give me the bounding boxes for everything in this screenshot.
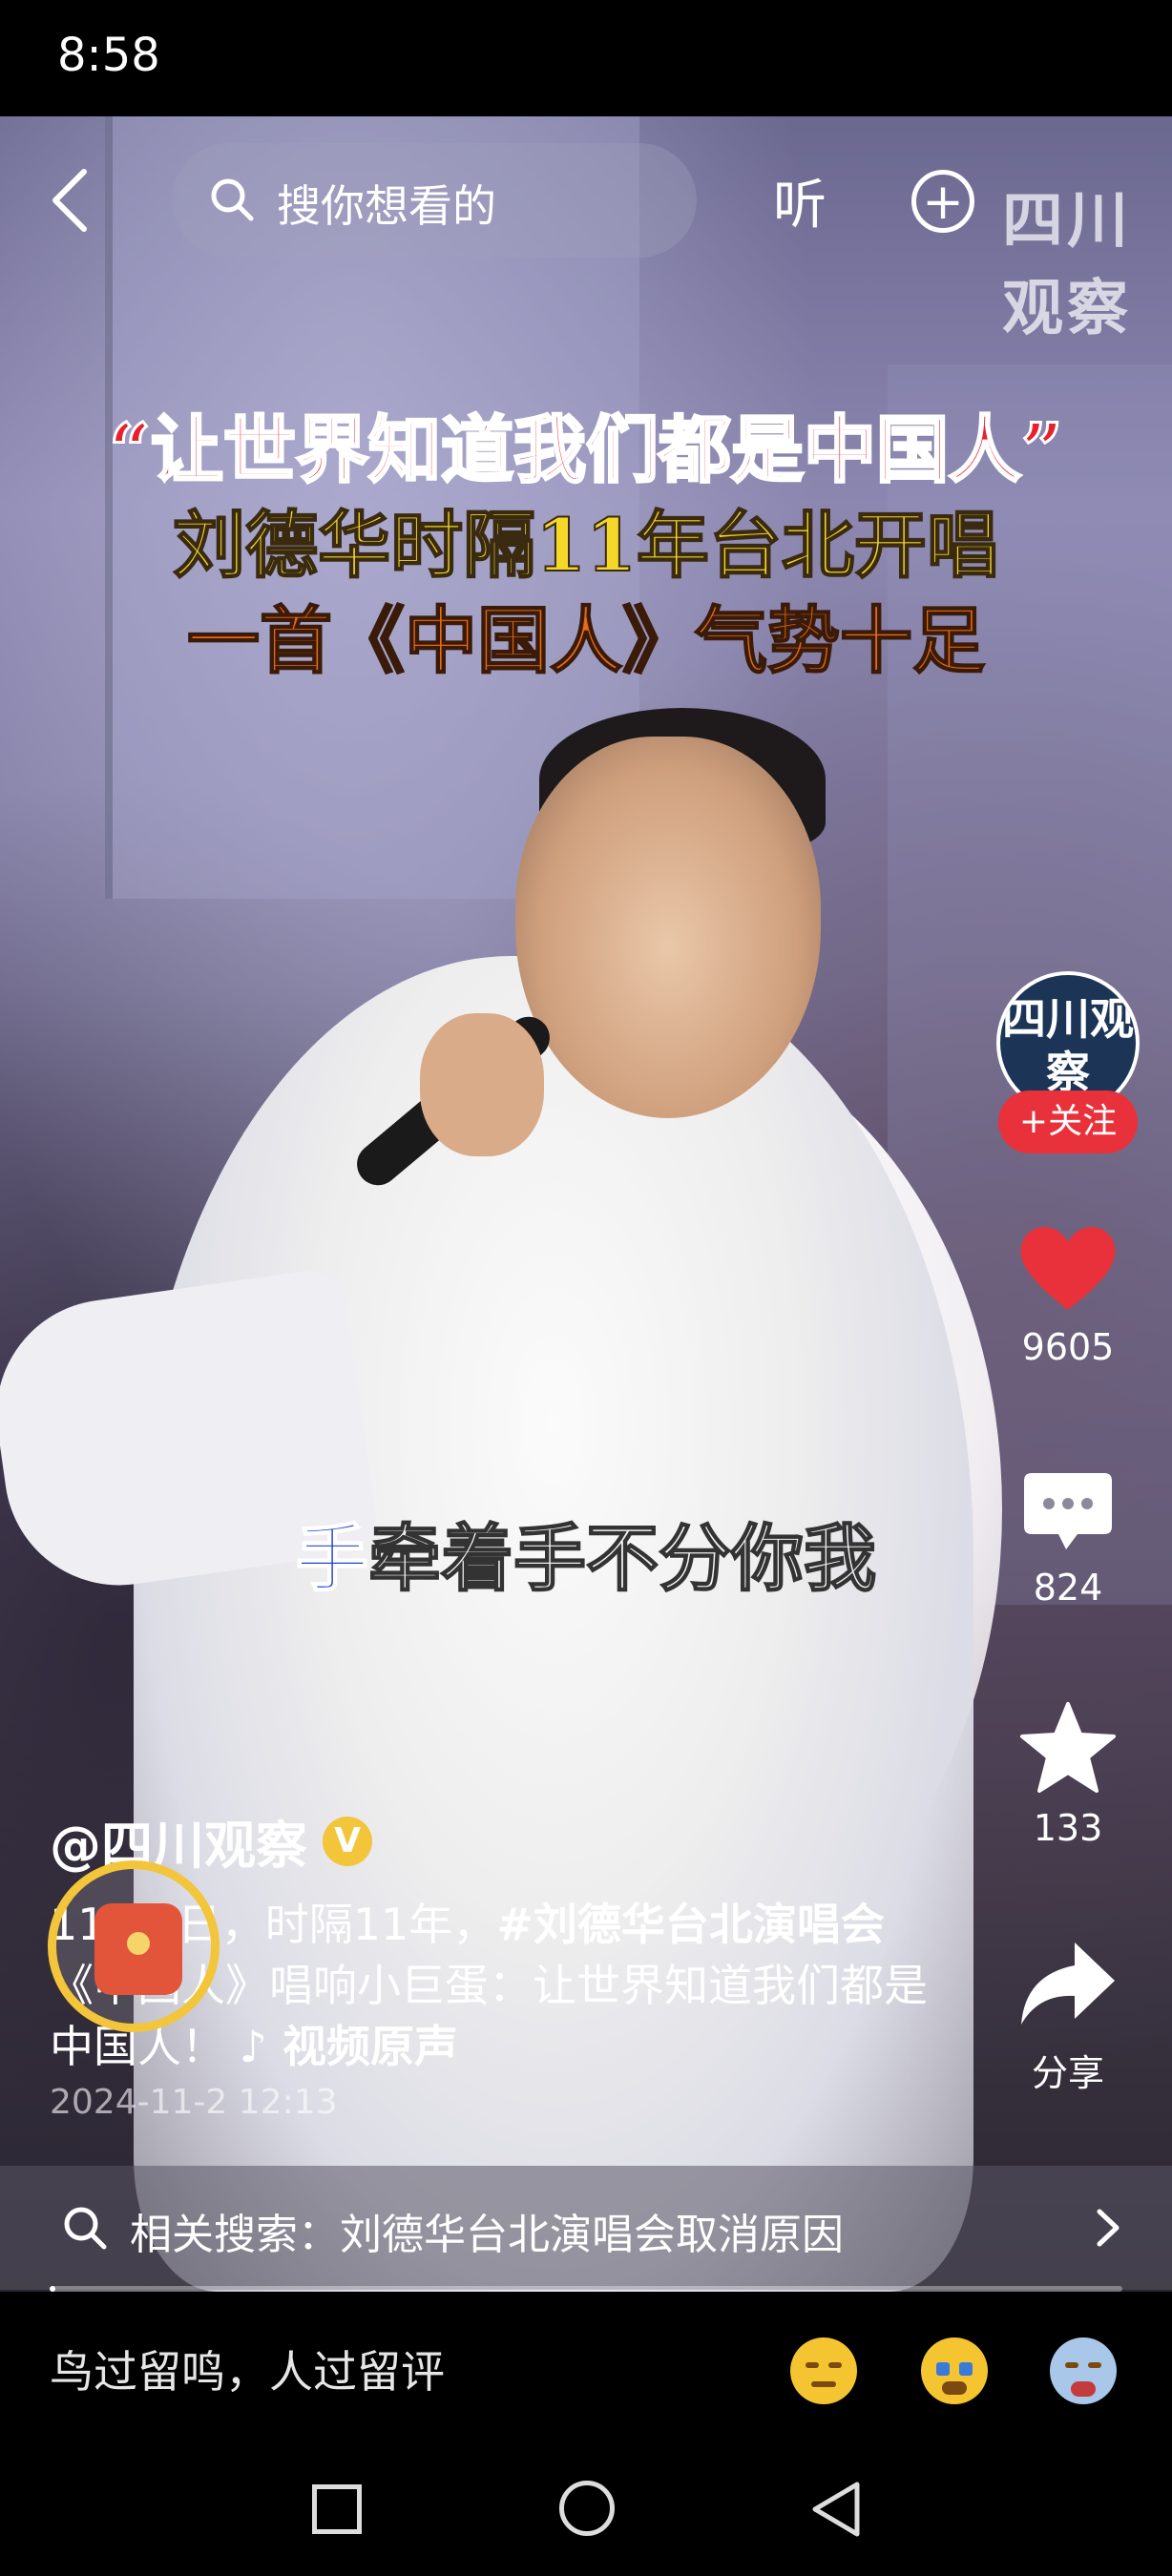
red-envelope-seal [127,1932,150,1955]
search-icon [211,178,254,221]
comment-count: 824 [1033,1567,1103,1609]
red-envelope-icon [94,1903,182,1995]
lyric-highlight: 手 [295,1515,369,1602]
emoji-bawling-icon[interactable] [1050,2337,1117,2404]
author-name-row[interactable]: @四川观察 V [50,1803,966,1879]
channel-watermark: 四川观察 [1002,186,1132,344]
emoji-sleepy-icon[interactable] [790,2337,857,2404]
like-button[interactable]: 9605 [996,1219,1140,1368]
avatar-logo-text: 四川观察 [1002,993,1134,1098]
comment-button[interactable]: 824 [996,1469,1140,1609]
author-name[interactable]: @四川观察 [50,1803,307,1879]
related-search-bar[interactable]: 相关搜索：刘德华台北演唱会取消原因 [0,2166,1172,2290]
singer-hand [420,1013,544,1156]
caption-hashtag[interactable]: #刘德华台北演唱会 [496,1899,885,1950]
search-placeholder: 搜你想看的 [277,180,496,232]
music-link[interactable]: ♪ 视频原声 [240,2021,458,2072]
chevron-left-icon [52,169,87,232]
search-bar[interactable]: 搜你想看的 [172,143,697,258]
heart-icon [1020,1226,1116,1310]
comment-bar[interactable]: 鸟过留鸣，人过留评 [0,2292,1172,2442]
recent-apps-icon[interactable] [312,2484,362,2534]
share-button[interactable]: 分享 [996,1937,1140,2096]
lyric-rest: 牵着手不分你我 [367,1515,877,1602]
favorite-count: 133 [1033,1807,1103,1849]
verified-badge-icon: V [323,1816,372,1866]
follow-button[interactable]: +关注 [998,1091,1138,1153]
back-button[interactable] [38,162,105,239]
headline-line-1: “让世界知道我们都是中国人” [108,406,1064,494]
status-bar: 8:58 [0,0,1172,116]
favorite-button[interactable]: 133 [996,1700,1140,1849]
emoji-crying-icon[interactable] [921,2337,988,2404]
post-date: 2024-11-2 12:13 [50,2083,338,2122]
red-packet-button[interactable] [48,1860,220,2032]
status-time: 8:58 [57,29,160,82]
comment-input[interactable]: 鸟过留鸣，人过留评 [50,2337,445,2400]
listen-button[interactable]: 听 [773,162,827,239]
system-nav-bar [0,2442,1172,2576]
star-icon [1020,1702,1116,1793]
plus-icon: + [922,174,964,231]
search-icon [64,2207,107,2250]
add-button[interactable]: + [911,170,974,233]
nav-back-icon[interactable] [807,2479,865,2540]
share-label: 分享 [1031,2052,1104,2094]
singer-head [515,737,821,1118]
headline-line-2: 刘德华时隔11年台北开唱 [172,502,1000,589]
video-headline: “让世界知道我们都是中国人” 刘德华时隔11年台北开唱 一首《中国人》气势十足 [0,403,1172,689]
chevron-right-icon [1097,2209,1120,2247]
related-search-text: 相关搜索：刘德华台北演唱会取消原因 [130,2211,844,2259]
comment-icon [1024,1473,1112,1549]
share-arrow-icon [1021,1942,1115,2025]
like-count: 9605 [1021,1326,1115,1368]
home-icon[interactable] [559,2481,615,2536]
headline-line-3: 一首《中国人》气势十足 [186,597,986,684]
